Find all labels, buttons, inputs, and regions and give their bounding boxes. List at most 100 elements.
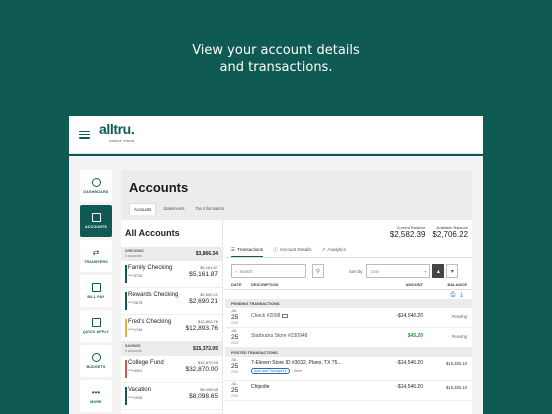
sort-descending-button[interactable]: ▾: [446, 264, 459, 278]
nav-label: MORE: [90, 400, 102, 404]
account-number: ****1928: [128, 396, 143, 400]
search-input[interactable]: [239, 268, 300, 274]
chevron-down-icon: ▾: [424, 268, 427, 274]
tab-analytics[interactable]: ↗ Analytics: [322, 247, 346, 257]
available-balance-value: $2,706.22: [432, 230, 468, 239]
nav-more[interactable]: ••• MORE: [80, 380, 112, 412]
group-checking[interactable]: CHECKING 3 accounts $3,866.34: [121, 247, 222, 261]
headline-line-1: View your account details: [192, 43, 360, 58]
print-icon[interactable]: ⎙: [451, 292, 456, 299]
nav-label: BUDGETS: [86, 365, 106, 369]
brand-logo[interactable]: alltru. CREDIT UNION: [99, 122, 135, 147]
account-number: ****4001: [128, 369, 143, 373]
available-balance: Available Balance $2,706.22: [432, 225, 468, 247]
table-header: DATE DESCRIPTION AMOUNT BALANCE: [225, 279, 472, 290]
date-year: 2019: [231, 321, 239, 325]
search-box: ⌕: [231, 264, 306, 278]
download-icon[interactable]: ⤓: [460, 292, 463, 299]
account-available-balance: $2,690.21: [189, 298, 218, 305]
category-label: Auto and Transport: [254, 369, 284, 373]
current-balance: Current Balance $2,582.39: [390, 225, 426, 247]
tab-transactions[interactable]: ☰ Transactions: [231, 247, 264, 257]
date-year: 2019: [231, 394, 239, 398]
table-row[interactable]: JUL 25 2019 7-Eleven Store ID #3032, Pla…: [225, 357, 472, 381]
transactions-pane: Current Balance $2,582.39 Available Bala…: [225, 220, 472, 414]
nav-accounts[interactable]: ACCOUNTS: [80, 205, 112, 237]
pending-section-header: PENDING TRANSACTIONS: [225, 299, 472, 308]
account-item[interactable]: College Fund ****4001 $32,870.00 $32,870…: [121, 356, 222, 383]
col-amount: AMOUNT: [405, 282, 423, 287]
table-row[interactable]: JUL 25 2019 Starbucks Store #230948 $45.…: [225, 328, 472, 348]
account-name: College Fund: [128, 360, 164, 366]
account-current-balance: $5,161.87: [200, 265, 218, 270]
account-item[interactable]: Family Checking ****3726 $5,161.87 $5,16…: [121, 261, 222, 288]
current-balance-value: $2,582.39: [389, 230, 426, 239]
category-tag[interactable]: Auto and Transport ▾: [251, 368, 290, 374]
headline-line-2: and transactions.: [219, 60, 333, 75]
page-title: Accounts: [129, 180, 189, 195]
tab-statements[interactable]: Statements: [159, 203, 188, 215]
nav-dashboard[interactable]: DASHBOARD: [80, 170, 112, 202]
tab-label: Transactions: [237, 247, 264, 252]
date-day: 25: [231, 314, 239, 321]
date-day: 25: [231, 387, 239, 394]
date-year: 2019: [231, 370, 239, 374]
tab-tax-information[interactable]: Tax Information: [191, 203, 228, 215]
posted-section-header: POSTED TRANSACTIONS: [225, 348, 472, 357]
nav-transfers[interactable]: ⇄ TRANSFERS: [80, 240, 112, 272]
table-row[interactable]: JUL 25 2019 Chipotle -$14,546.20 $15,392…: [225, 381, 472, 401]
tab-account-details[interactable]: ⓘ Account Details: [273, 247, 311, 257]
top-bar: alltru. CREDIT UNION: [69, 116, 483, 154]
group-savings[interactable]: SAVINGS 3 accounts $15,372.05: [121, 342, 222, 356]
col-balance: BALANCE: [447, 282, 467, 287]
group-total: $3,866.34: [195, 251, 218, 257]
table-row[interactable]: JUL 25 2019 Check #2098 -$14,546.20 Pend…: [225, 308, 472, 328]
account-color-bar: [125, 360, 127, 378]
info-icon: ⓘ: [273, 247, 278, 252]
sort-ascending-button[interactable]: ▴: [432, 264, 445, 278]
table-actions: ⎙ ⤓: [225, 290, 472, 299]
account-name: Vacation: [128, 387, 151, 393]
tab-label: Analytics: [327, 247, 346, 252]
account-current-balance: $8,098.65: [200, 387, 218, 392]
nav-label: DASHBOARD: [83, 190, 109, 194]
check-image-icon[interactable]: [282, 313, 289, 318]
description-text: Check #2098: [251, 313, 281, 319]
transaction-filters: ⌕ ⚲ Sort by: Date ▾ ▴ ▾: [225, 258, 472, 279]
sort-label: Sort by:: [349, 268, 364, 274]
clipboard-icon: [91, 318, 101, 327]
nav-label: ACCOUNTS: [85, 225, 107, 229]
row-balance: Pending: [451, 334, 467, 339]
account-item[interactable]: Rewards Checking ****2878 $2,690.21 $2,6…: [121, 288, 222, 315]
sort-select[interactable]: Date ▾: [366, 264, 431, 278]
nav-label: QUICK APPLY: [82, 330, 110, 334]
nav-label: TRANSFERS: [84, 260, 108, 264]
account-current-balance: $32,870.00: [197, 360, 218, 365]
row-balance: $15,392.10: [446, 385, 467, 390]
filter-icon[interactable]: ⚲: [312, 264, 324, 278]
row-description: Chipotle: [251, 384, 270, 390]
hamburger-menu-icon[interactable]: [79, 130, 90, 139]
sort-value: Date: [370, 268, 380, 274]
tab-accounts[interactable]: Accounts: [129, 203, 157, 215]
nav-quick-apply[interactable]: QUICK APPLY: [80, 310, 112, 342]
dashboard-gauge-icon: [91, 178, 101, 187]
row-balance: $15,392.10: [446, 361, 467, 366]
nav-budgets[interactable]: BUDGETS: [80, 345, 112, 377]
account-item[interactable]: Vacation ****1928 $8,098.65 $8,098.65: [121, 383, 222, 410]
group-total: $15,372.05: [192, 346, 218, 352]
group-count: 3 accounts: [125, 349, 142, 353]
account-current-balance: $12,893.76: [197, 319, 218, 324]
date-year: 2019: [231, 341, 239, 345]
main-content: DASHBOARD ACCOUNTS ⇄ TRANSFERS BILL PAY …: [69, 156, 483, 414]
row-amount: $45.20: [407, 333, 423, 339]
row-balance: Pending: [451, 314, 467, 319]
row-amount: -$14,546.20: [396, 384, 423, 390]
account-number: ****1746: [128, 328, 143, 332]
side-navigation: DASHBOARD ACCOUNTS ⇄ TRANSFERS BILL PAY …: [80, 170, 112, 414]
page-tabs: Accounts Statements Tax Information: [129, 203, 472, 215]
row-date: JUL 25 2019: [231, 382, 251, 399]
nav-bill-pay[interactable]: BILL PAY: [80, 275, 112, 307]
account-item[interactable]: Fred's Checking ****1746 $12,893.76 $12,…: [121, 315, 222, 342]
row-date: JUL 25 2019: [231, 358, 251, 375]
